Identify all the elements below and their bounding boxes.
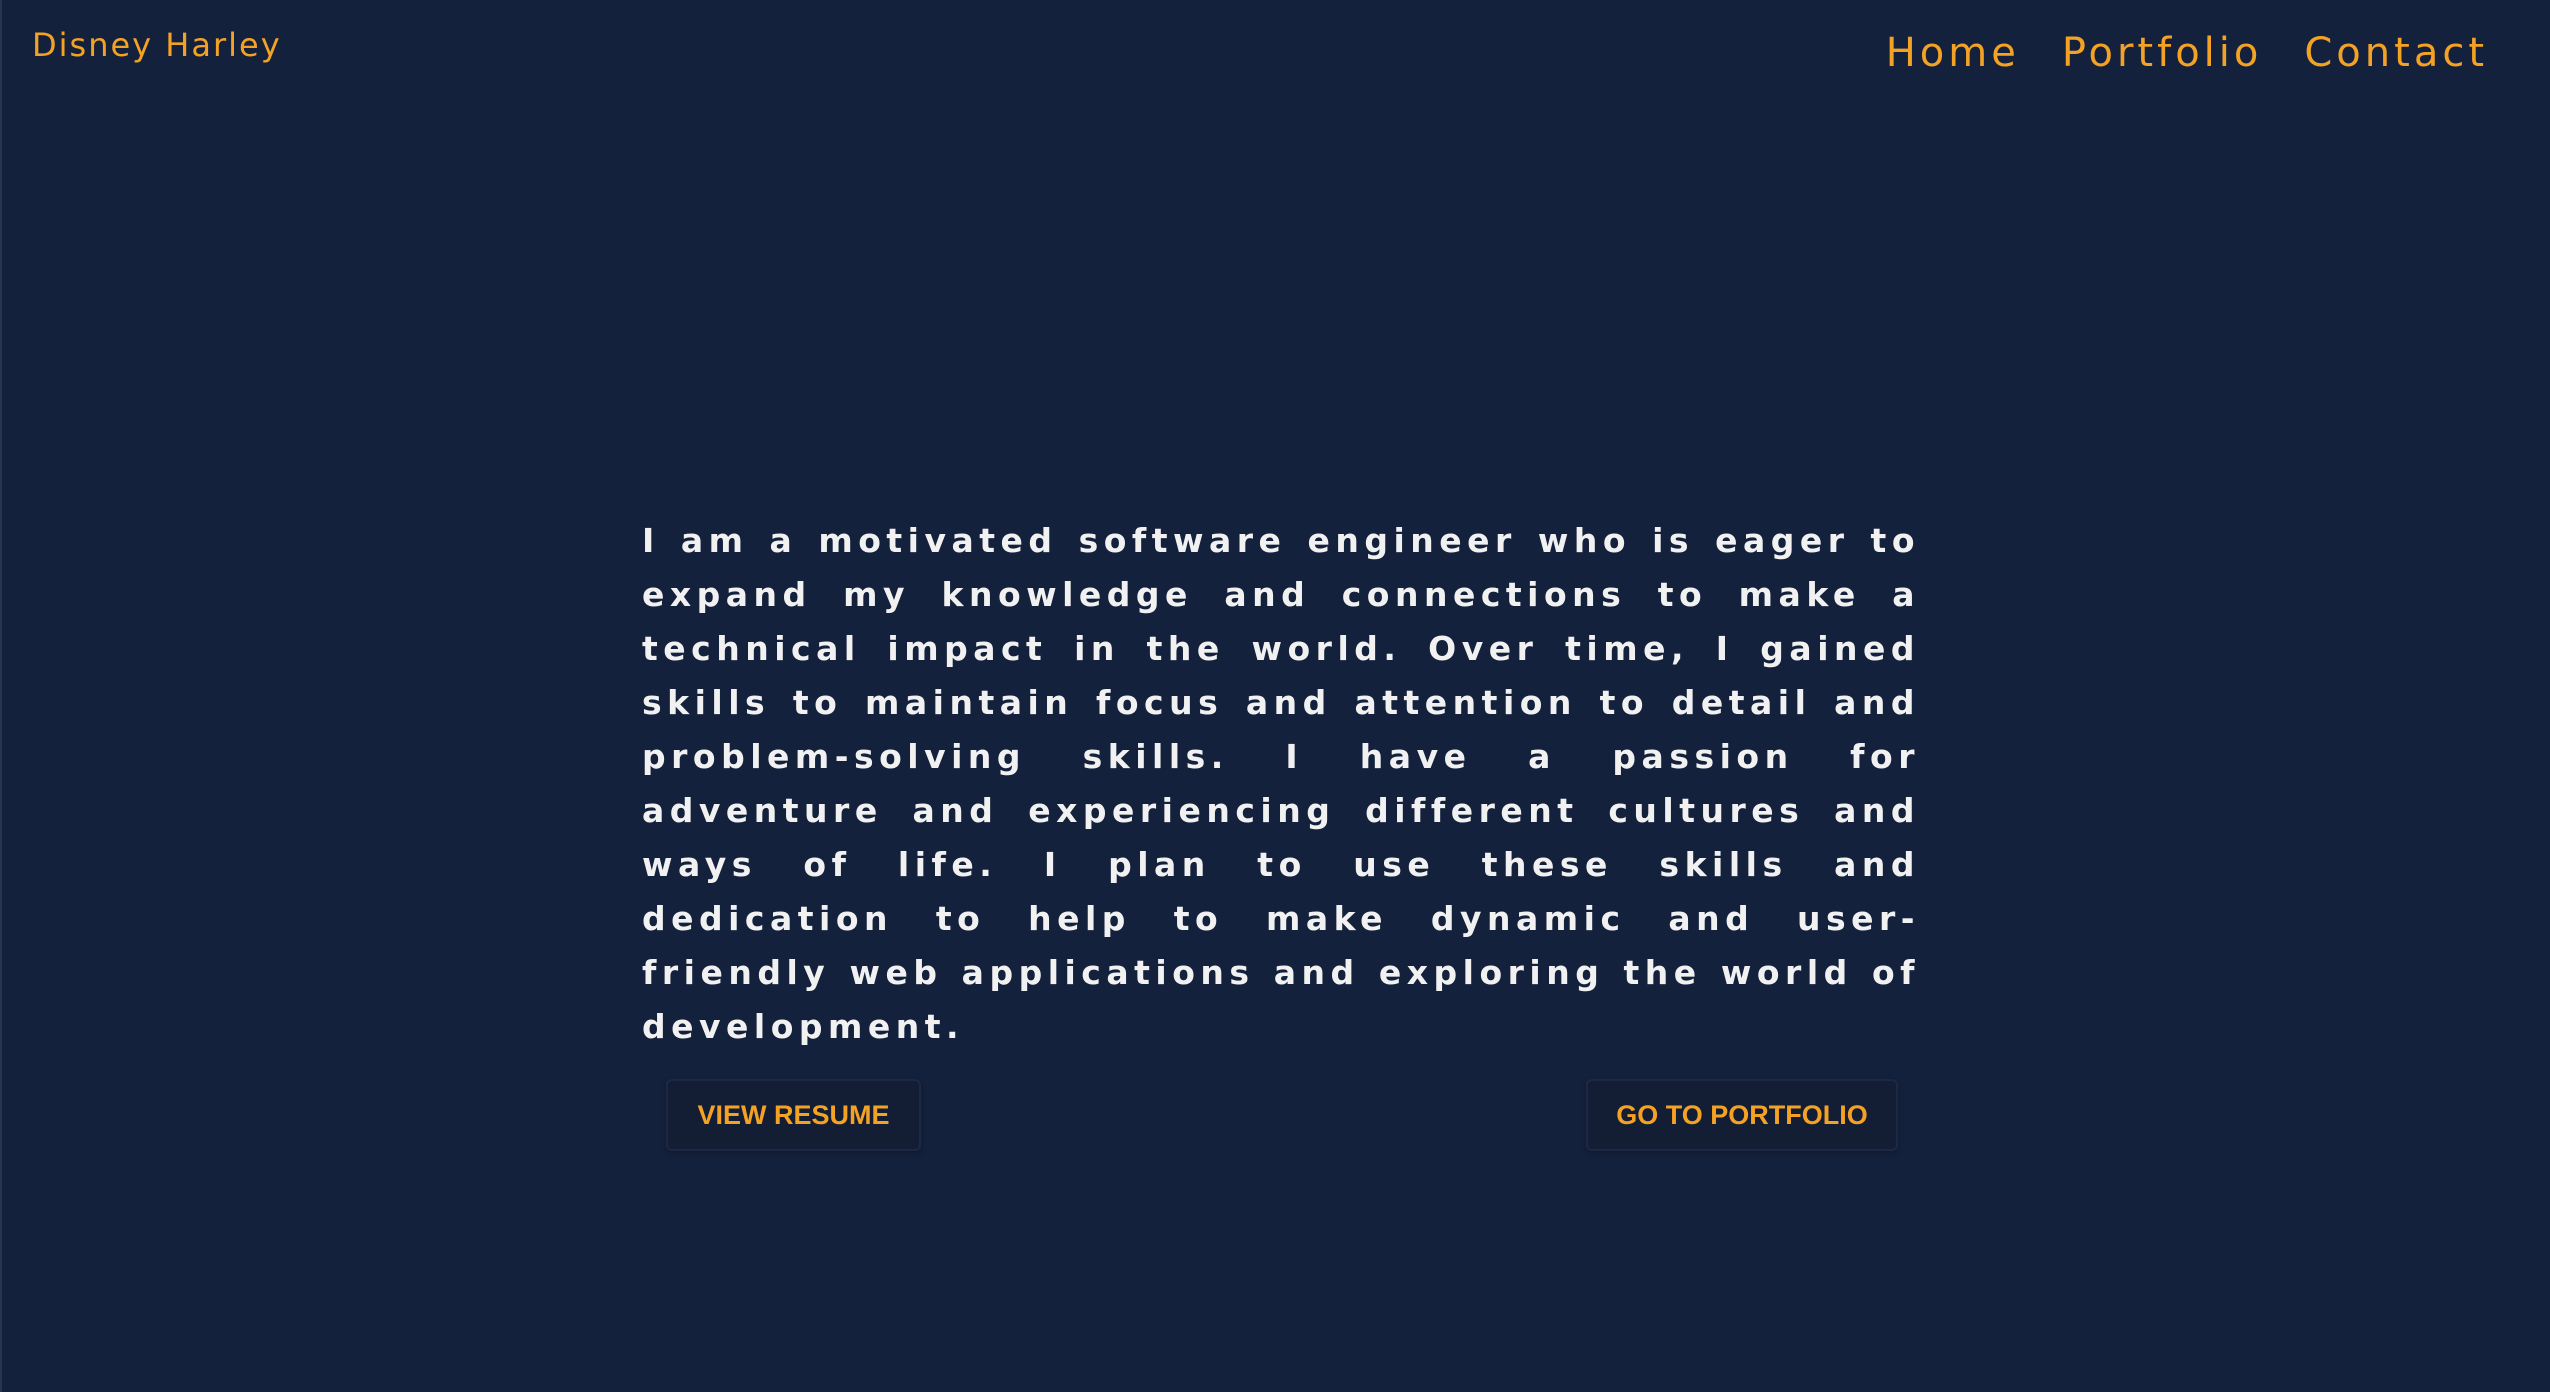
nav-contact-link[interactable]: Contact — [2304, 30, 2488, 76]
nav-portfolio-link[interactable]: Portfolio — [2062, 30, 2263, 76]
bio-paragraph: I am a motivated software engineer who i… — [642, 521, 1920, 1046]
main-nav: Home Portfolio Contact — [1886, 30, 2488, 76]
nav-home-link[interactable]: Home — [1886, 30, 2020, 76]
view-resume-button[interactable]: VIEW RESUME — [666, 1079, 921, 1151]
go-to-portfolio-button[interactable]: GO TO PORTFOLIO — [1586, 1079, 1898, 1151]
site-brand[interactable]: Disney Harley — [32, 26, 282, 64]
